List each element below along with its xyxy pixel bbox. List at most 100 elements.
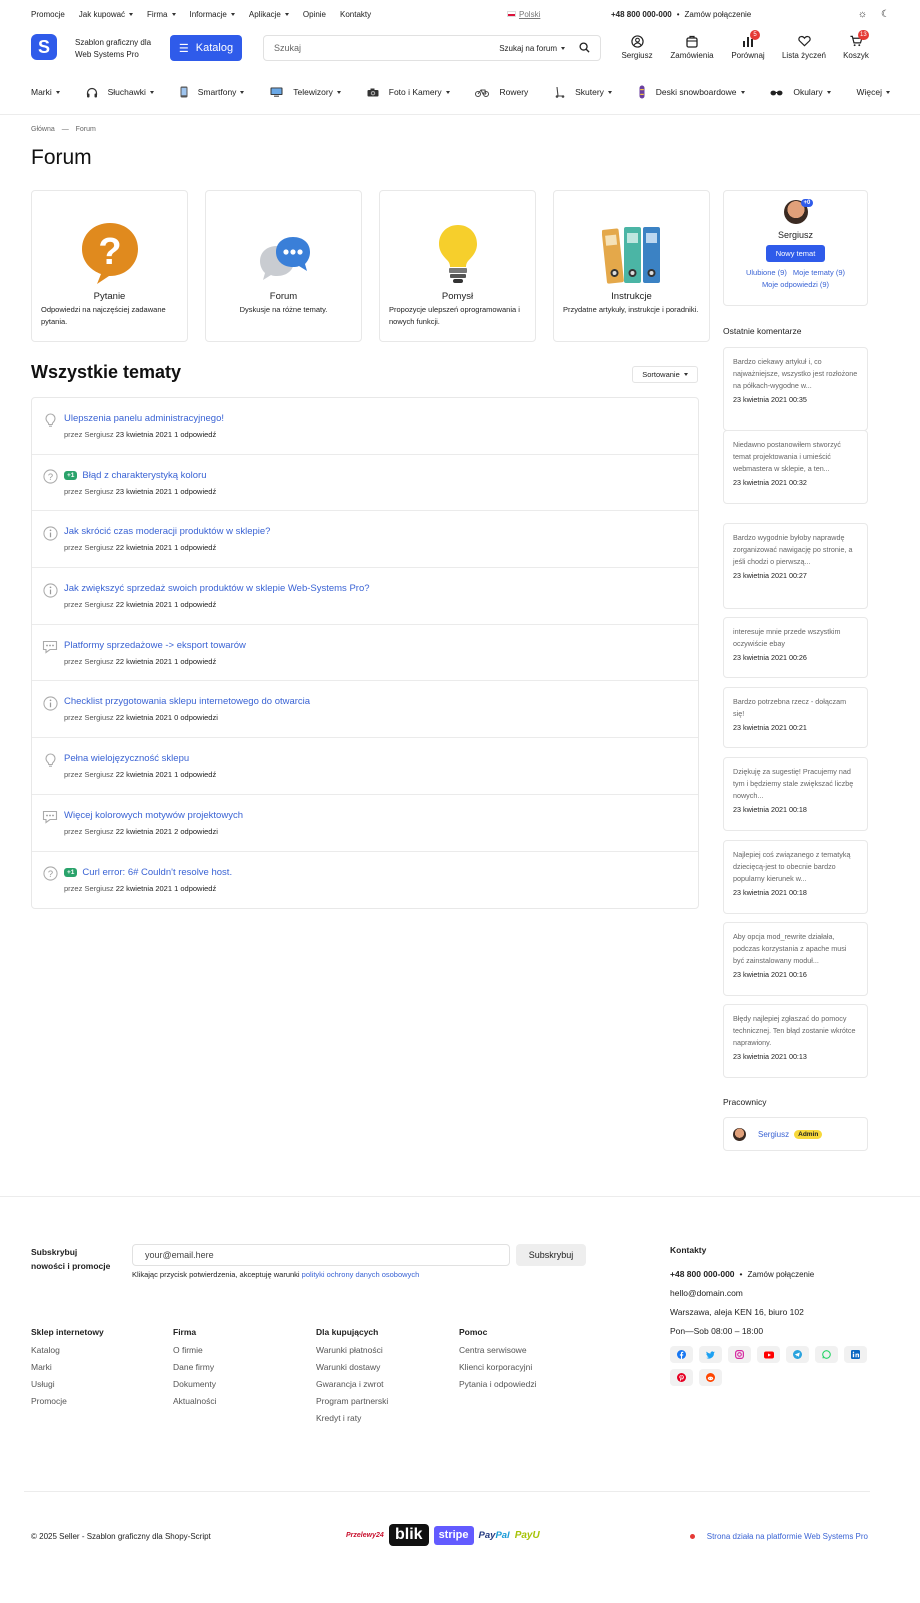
wishlist-link[interactable]: Lista życzeń [779,34,829,60]
footer-link[interactable]: Dokumenty [173,1379,216,1389]
linkedin-icon[interactable] [844,1346,867,1363]
favorites-link[interactable]: Ulubione (9) [746,268,787,277]
instagram-icon[interactable] [728,1346,751,1363]
search-input[interactable]: Szukaj [274,43,499,53]
nav-item[interactable]: Okulary [770,87,831,97]
nav-item[interactable]: Rowery [475,87,528,97]
dark-theme-icon[interactable]: ☾ [881,9,890,20]
logo-text[interactable]: Szablon graficzny dla Web Systems Pro [75,37,151,61]
nav-item[interactable]: Marki [31,87,60,97]
telegram-icon[interactable] [786,1346,809,1363]
topic-title-link[interactable]: Błąd z charakterystyką koloru [82,470,206,481]
nav-item[interactable]: Deski snowboardowe [638,85,745,99]
top-menu-item[interactable]: Informacje [190,10,235,19]
compare-link[interactable]: 5 Porównaj [723,30,773,60]
footer-link[interactable]: O firmie [173,1345,216,1355]
topic-author[interactable]: Sergiusz [84,487,113,496]
topic-author[interactable]: Sergiusz [84,430,113,439]
search-box[interactable]: Szukaj Szukaj na forum [263,35,601,61]
nav-item[interactable]: Telewizory [270,87,341,97]
category-card-idea[interactable]: Pomysł Propozycje ulepszeń oprogramowani… [379,190,536,342]
comment-card[interactable]: Bardzo ciekawy artykuł i, co najważniejs… [723,347,868,431]
topic-title-link[interactable]: Pełna wielojęzyczność sklepu [64,753,189,764]
footer-link[interactable]: Promocje [31,1396,104,1406]
nav-item[interactable]: Więcej [856,87,890,97]
comment-card[interactable]: interesuje mnie przede wszystkim oczywiś… [723,617,868,678]
comment-card[interactable]: Aby opcja mod_rewrite działała, podczas … [723,922,868,996]
pinterest-icon[interactable] [670,1369,693,1386]
comment-card[interactable]: Bardzo potrzebna rzecz - dołączam się! 23… [723,687,868,748]
top-menu-item[interactable]: Jak kupować [79,10,134,19]
footer-email[interactable]: hello@domain.com [670,1288,814,1298]
twitter-icon[interactable] [699,1346,722,1363]
topic-title-link[interactable]: Ulepszenia panelu administracyjnego! [64,413,224,424]
topic-author[interactable]: Sergiusz [84,543,113,552]
nav-item[interactable]: Foto i Kamery [367,87,450,97]
topic-author[interactable]: Sergiusz [84,770,113,779]
topic-title-link[interactable]: Jak zwiększyć sprzedaż swoich produktów … [64,583,370,594]
search-scope-select[interactable]: Szukaj na forum [499,44,565,53]
subscribe-button[interactable]: Subskrybuj [516,1244,586,1266]
profile-link[interactable]: Sergiusz [612,34,662,60]
nav-item[interactable]: Skutery [554,86,612,98]
topic-author[interactable]: Sergiusz [84,827,113,836]
my-replies-link[interactable]: Moje odpowiedzi (9) [762,280,829,289]
footer-link[interactable]: Gwarancja i zwrot [316,1379,388,1389]
whatsapp-icon[interactable] [815,1346,838,1363]
topic-title-link[interactable]: Curl error: 6# Couldn't resolve host. [82,867,232,878]
topic-author[interactable]: Sergiusz [84,657,113,666]
my-topics-link[interactable]: Moje tematy (9) [793,268,845,277]
language-switch[interactable]: Polski [507,10,540,19]
footer-link[interactable]: Klienci korporacyjni [459,1362,537,1372]
youtube-icon[interactable] [757,1346,780,1363]
top-callback-link[interactable]: Zamów połączenie [685,10,752,19]
footer-link[interactable]: Marki [31,1362,104,1372]
footer-phone[interactable]: +48 800 000-000 [670,1269,735,1279]
top-menu-item[interactable]: Firma [147,10,176,19]
platform-link[interactable]: Strona działa na platformie Web Systems … [689,1532,868,1541]
topic-title-link[interactable]: Jak skrócić czas moderacji produktów w s… [64,526,270,537]
reddit-icon[interactable] [699,1369,722,1386]
topic-title-link[interactable]: Platformy sprzedażowe -> eksport towarów [64,640,246,651]
top-phone[interactable]: +48 800 000-000 [611,10,672,19]
comment-card[interactable]: Najlepiej coś związanego z tematyką dzie… [723,840,868,914]
search-icon[interactable] [579,41,590,55]
footer-link[interactable]: Dane firmy [173,1362,216,1372]
footer-link[interactable]: Kredyt i raty [316,1413,388,1423]
comment-card[interactable]: Błędy najlepiej zgłaszać do pomocy techn… [723,1004,868,1078]
topic-author[interactable]: Sergiusz [84,884,113,893]
staff-row[interactable]: Sergiusz Admin [723,1117,868,1151]
comment-card[interactable]: Niedawno postanowiłem stworzyć temat pro… [723,430,868,504]
logo[interactable]: S [31,34,57,60]
catalog-button[interactable]: ☰ Katalog [170,35,242,61]
staff-name[interactable]: Sergiusz [758,1130,789,1139]
topic-author[interactable]: Sergiusz [84,713,113,722]
privacy-policy-link[interactable]: polityki ochrony danych osobowych [302,1270,420,1279]
nav-item[interactable]: Słuchawki [86,87,154,98]
footer-callback-link[interactable]: Zamów połączenie [748,1270,815,1279]
breadcrumb-home[interactable]: Główna [31,126,55,133]
top-menu-item[interactable]: Opinie [303,10,326,19]
comment-card[interactable]: Bardzo wygodnie byłoby naprawdę zorganiz… [723,523,868,609]
category-card-forum[interactable]: Forum Dyskusje na różne tematy. [205,190,362,342]
footer-link[interactable]: Katalog [31,1345,104,1355]
facebook-icon[interactable] [670,1346,693,1363]
footer-link[interactable]: Warunki dostawy [316,1362,388,1372]
footer-link[interactable]: Usługi [31,1379,104,1389]
topic-author[interactable]: Sergiusz [84,600,113,609]
orders-link[interactable]: Zamówienia [667,34,717,60]
footer-link[interactable]: Warunki płatności [316,1345,388,1355]
comment-card[interactable]: Dziękuję za sugestię! Pracujemy nad tym … [723,757,868,831]
top-menu-item[interactable]: Aplikacje [249,10,289,19]
footer-link[interactable]: Pytania i odpowiedzi [459,1379,537,1389]
footer-link[interactable]: Program partnerski [316,1396,388,1406]
category-card-question[interactable]: ? Pytanie Odpowiedzi na najczęściej zada… [31,190,188,342]
avatar[interactable]: +0 [783,199,814,224]
new-topic-button[interactable]: Nowy temat [765,245,826,262]
topic-title-link[interactable]: Więcej kolorowych motywów projektowych [64,810,243,821]
footer-link[interactable]: Aktualności [173,1396,216,1406]
top-menu-item[interactable]: Kontakty [340,10,371,19]
top-menu-item[interactable]: Promocje [31,10,65,19]
footer-link[interactable]: Centra serwisowe [459,1345,537,1355]
nav-item[interactable]: Smartfony [180,86,245,98]
